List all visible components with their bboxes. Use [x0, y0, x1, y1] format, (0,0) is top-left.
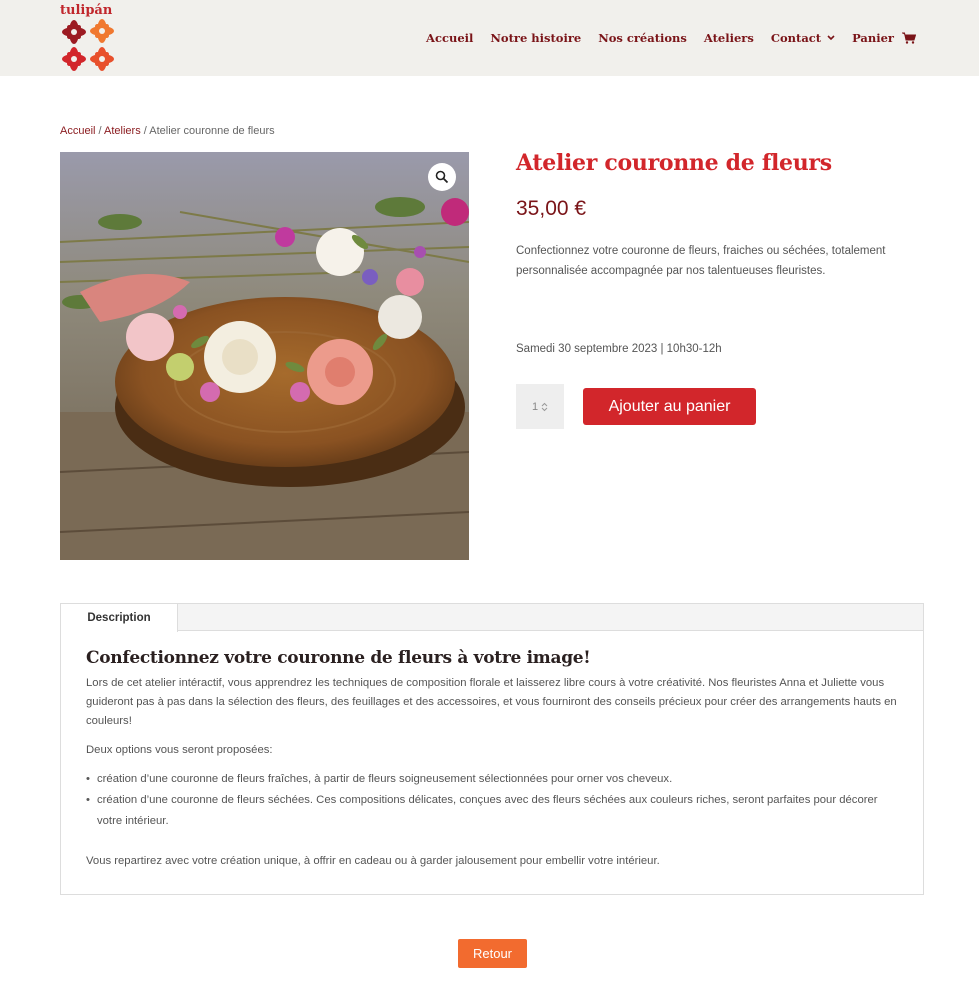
flower-logo-icon — [60, 18, 118, 74]
back-button[interactable]: Retour — [458, 939, 527, 968]
breadcrumb-separator: / — [140, 125, 150, 137]
list-item: création d’une couronne de fleurs fraîch… — [86, 769, 901, 790]
nav-item-notre-histoire[interactable]: Notre histoire — [490, 31, 581, 45]
product-image[interactable] — [60, 152, 469, 560]
tab-strip — [61, 604, 923, 631]
nav-item-nos-creations[interactable]: Nos créations — [598, 31, 687, 45]
nav-item-ateliers[interactable]: Ateliers — [704, 31, 754, 45]
quantity-value: 1 — [531, 400, 539, 413]
spinner-arrows-icon — [541, 402, 548, 411]
nav-item-panier[interactable]: Panier — [852, 31, 916, 45]
product-price: 35,00 € — [516, 197, 587, 220]
breadcrumb-current: Atelier couronne de fleurs — [149, 125, 275, 137]
product-title: Atelier couronne de fleurs — [516, 150, 832, 176]
nav-item-accueil[interactable]: Accueil — [426, 31, 473, 45]
add-to-cart-button[interactable]: Ajouter au panier — [583, 388, 756, 425]
breadcrumb-category-link[interactable]: Ateliers — [104, 125, 141, 137]
breadcrumb: Accueil / Ateliers / Atelier couronne de… — [60, 125, 275, 137]
tab-description[interactable]: Description — [61, 604, 178, 632]
nav-item-contact[interactable]: Contact — [771, 31, 835, 45]
options-list: création d’une couronne de fleurs fraîch… — [86, 769, 901, 832]
quantity-stepper[interactable]: 1 — [516, 384, 564, 429]
cart-icon — [902, 32, 916, 44]
nav-label: Accueil — [426, 31, 474, 45]
tab-panel-description: Confectionnez votre couronne de fleurs à… — [86, 648, 901, 871]
nav-label: Notre histoire — [490, 31, 582, 45]
main-nav: Accueil Notre histoire Nos créations Ate… — [409, 31, 916, 45]
breadcrumb-separator: / — [95, 125, 105, 137]
site-logo[interactable]: tulipán — [60, 3, 118, 74]
product-short-description: Confectionnez votre couronne de fleurs, … — [516, 245, 886, 277]
description-paragraph: Lors de cet atelier intéractif, vous app… — [86, 677, 897, 727]
nav-label: Ateliers — [703, 31, 754, 45]
product-tabs: Description Confectionnez votre couronne… — [60, 603, 924, 895]
list-item: création d’une couronne de fleurs séchée… — [86, 790, 901, 832]
nav-label: Nos créations — [598, 31, 687, 45]
description-paragraph: Deux options vous seront proposées: — [86, 744, 273, 756]
breadcrumb-home-link[interactable]: Accueil — [60, 125, 95, 137]
nav-label: Contact — [770, 31, 822, 45]
zoom-button[interactable] — [428, 163, 456, 191]
logo-text: tulipán — [60, 3, 113, 18]
description-paragraph: Vous repartirez avec votre création uniq… — [86, 855, 660, 867]
nav-label: Panier — [852, 31, 894, 45]
product-date: Samedi 30 septembre 2023 | 10h30-12h — [516, 343, 722, 355]
magnifier-icon — [435, 170, 449, 184]
flower-crown-photo — [60, 152, 469, 560]
description-heading: Confectionnez votre couronne de fleurs à… — [86, 648, 591, 668]
chevron-down-icon — [827, 35, 835, 41]
site-header: tulipán Accueil Notre histoire Nos créat… — [0, 0, 979, 76]
